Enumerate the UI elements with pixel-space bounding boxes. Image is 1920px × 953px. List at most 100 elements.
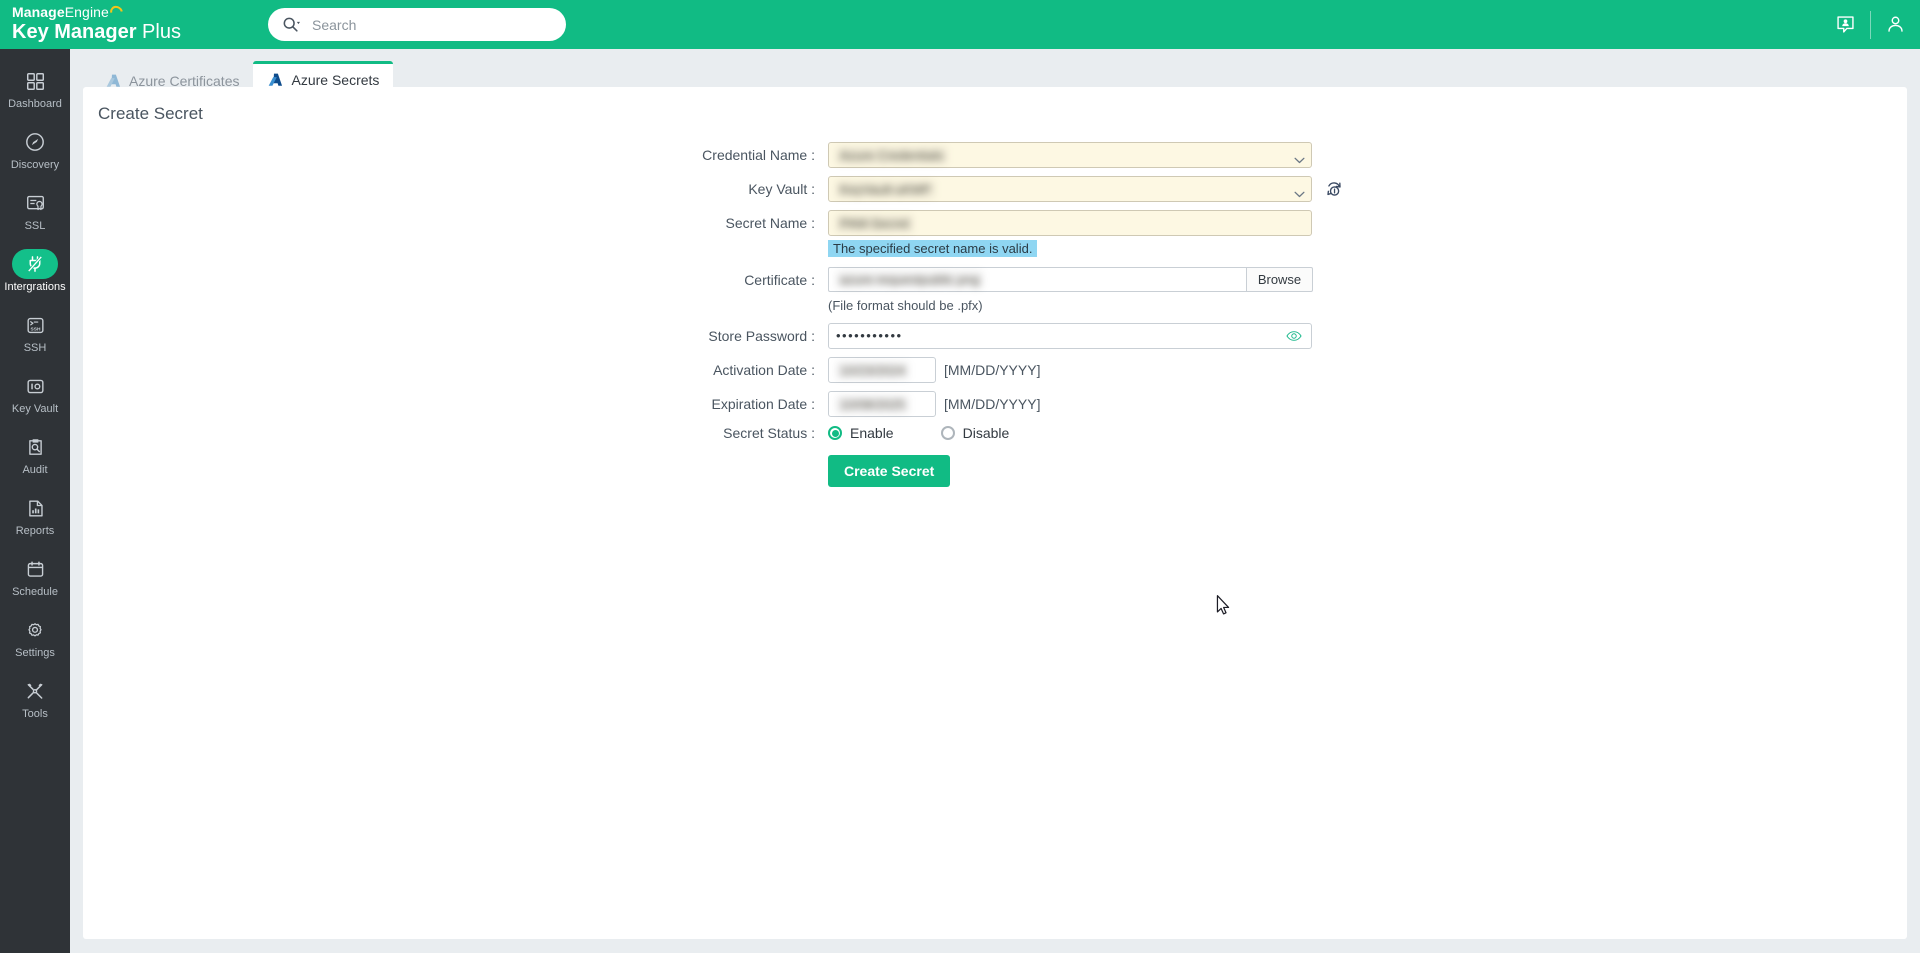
sidebar-item-dashboard[interactable]: Dashboard [0,58,70,119]
brand-keymanager-text: Key Manager [12,21,137,43]
sidebar-label-reports: Reports [15,525,55,537]
field-secret-name-validation: The specified secret name is valid. [828,238,1038,258]
terminal-icon: SSH [15,310,55,340]
azure-a-icon [267,72,284,88]
field-credential-name: Azure Credentials [828,142,1312,168]
browse-button[interactable]: Browse [1246,267,1313,292]
field-secret-name: PAM-Secret [828,210,1312,236]
manageengine-swoosh-icon [107,3,126,21]
key-vault-select[interactable]: KeyVault-uKMP [828,176,1312,202]
mouse-cursor [1216,595,1232,617]
label-activation-date: Activation Date : [713,362,815,378]
sidebar-item-ssl[interactable]: SSL [0,180,70,241]
sidebar-item-discovery[interactable]: Discovery [0,119,70,180]
grid-icon [15,66,55,96]
label-expiration-date: Expiration Date : [711,396,816,412]
activation-date-input[interactable]: 10/23/2024 [828,357,936,383]
chevron-down-icon [1294,152,1305,164]
certificate-file-value: azure-requestpublic.png [836,271,984,288]
search-input[interactable] [312,16,542,33]
radio-label-disable: Disable [962,425,1010,441]
form-row-credential-name: Credential Name : Azure Credentials [83,142,1907,168]
brand-product: Key Manager Plus [12,21,181,44]
sidebar-label-ssl: SSL [24,220,46,232]
sidebar-item-settings[interactable]: Settings [0,607,70,668]
sidebar-label-schedule: Schedule [12,586,58,598]
secret-name-input[interactable]: PAM-Secret [828,210,1312,236]
app-header: ManageEngine Key Manager Plus [0,0,1920,49]
field-submit: Create Secret [828,455,951,487]
label-certificate: Certificate : [744,271,815,288]
field-store-password: ••••••••••• [828,323,1312,349]
compass-icon [15,127,55,157]
expiration-date-format-hint: [MM/DD/YYYY] [944,396,1041,412]
page-title: Create Secret [98,104,203,123]
activation-date-format-hint: [MM/DD/YYYY] [944,362,1041,378]
vault-icon [15,371,55,401]
refresh-sync-icon[interactable] [1324,179,1344,199]
certificate-format-hint: (File format should be .pfx) [828,298,983,313]
key-vault-value: KeyVault-uKMP [836,180,935,198]
create-secret-form: Credential Name : Azure Credentials Key … [83,142,1907,495]
radio-mark-enable [828,426,842,440]
app-logo: ManageEngine Key Manager Plus [0,3,181,44]
store-password-input[interactable]: ••••••••••• [828,323,1312,349]
sidebar-label-audit: Audit [22,464,48,476]
label-key-vault: Key Vault : [748,181,815,197]
form-row-expiration-date: Expiration Date : 10/08/2025 [MM/DD/YYYY… [83,391,1907,417]
sidebar-item-ssh[interactable]: SSH SSH [0,302,70,363]
sidebar-label-settings: Settings [15,647,55,659]
search-icon[interactable] [282,16,300,34]
sidebar-item-reports[interactable]: Reports [0,485,70,546]
certificate-icon [15,188,55,218]
label-secret-name: Secret Name : [725,215,815,231]
brand-engine-text: Engine [64,4,109,20]
field-activation-date: 10/23/2024 [MM/DD/YYYY] [828,357,1040,383]
form-row-store-password: Store Password : ••••••••••• [83,323,1907,349]
radio-secret-status-enable[interactable]: Enable [828,425,894,441]
radio-label-enable: Enable [850,425,894,441]
sidebar-item-key-vault[interactable]: Key Vault [0,363,70,424]
user-profile-icon[interactable] [1871,0,1920,49]
brand-plus-text: Plus [136,21,181,43]
sidebar-label-ssh: SSH [23,342,47,354]
audit-search-icon [15,432,55,462]
create-secret-button[interactable]: Create Secret [828,455,951,487]
brand-manage-text: Manage [12,4,65,20]
tab-label-azure-secrets: Azure Secrets [291,72,380,88]
field-certificate-helper: (File format should be .pfx) [828,295,983,313]
tools-icon [15,676,55,706]
global-search-bar[interactable] [268,8,566,41]
chevron-down-icon [1294,186,1305,198]
form-row-activation-date: Activation Date : 10/23/2024 [MM/DD/YYYY… [83,357,1907,383]
header-actions [1821,0,1920,49]
radio-mark-disable [940,426,955,440]
credential-name-select[interactable]: Azure Credentials [828,142,1312,168]
eye-icon[interactable] [1286,329,1302,345]
sidebar-item-schedule[interactable]: Schedule [0,546,70,607]
sidebar-label-intergrations: Intergrations [4,281,66,293]
svg-text:SSH: SSH [30,326,40,332]
form-row-key-vault: Key Vault : KeyVault-uKMP [83,176,1907,202]
credential-name-value: Azure Credentials [836,146,948,164]
field-expiration-date: 10/08/2025 [MM/DD/YYYY] [828,391,1040,417]
certificate-file-input[interactable]: azure-requestpublic.png [828,267,1246,292]
sidebar-item-tools[interactable]: Tools [0,668,70,729]
calendar-icon [15,554,55,584]
expiration-date-value: 10/08/2025 [836,395,910,413]
label-secret-status: Secret Status : [723,425,815,441]
sidebar-item-intergrations[interactable]: Intergrations [0,241,70,302]
form-row-secret-name: Secret Name : PAM-Secret [83,210,1907,236]
store-password-value: ••••••••••• [836,328,903,343]
notification-user-icon[interactable] [1821,0,1870,49]
form-row-secret-name-validation: The specified secret name is valid. [83,238,1907,258]
field-secret-status: Enable Disable [828,425,1009,441]
radio-secret-status-disable[interactable]: Disable [940,425,1010,441]
report-chart-icon [15,493,55,523]
activation-date-value: 10/23/2024 [836,361,910,379]
main-sidebar: Dashboard Discovery SSL Intergrations SS… [0,49,70,953]
sidebar-item-audit[interactable]: Audit [0,424,70,485]
sidebar-label-key-vault: Key Vault [11,403,59,415]
form-row-certificate: Certificate : azure-requestpublic.png Br… [83,267,1907,292]
expiration-date-input[interactable]: 10/08/2025 [828,391,936,417]
